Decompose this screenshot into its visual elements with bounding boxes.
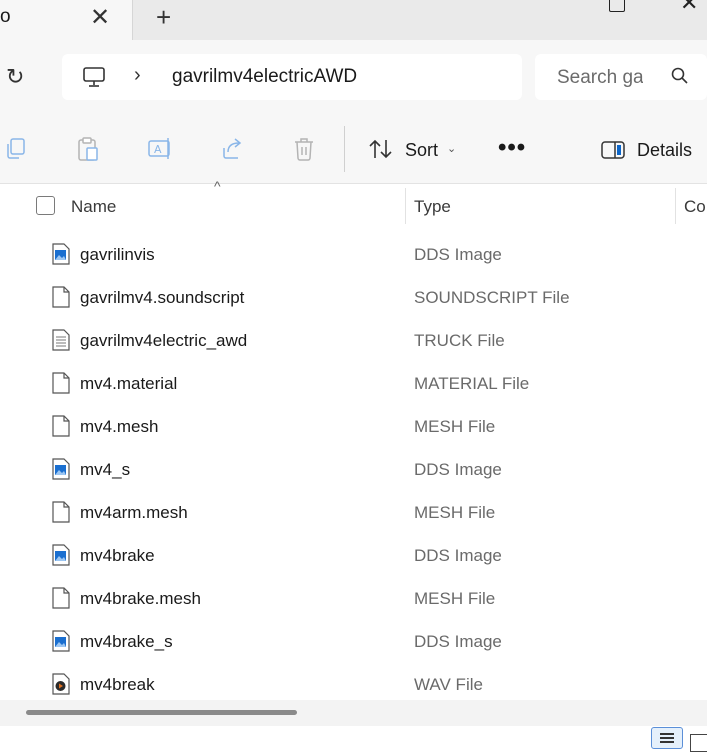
file-type: MESH File — [414, 589, 496, 608]
file-type: TRUCK File — [414, 331, 505, 350]
file-name[interactable]: mv4_s — [80, 460, 130, 480]
file-list: gavrilinvis DDS Image gavrilmv4.soundscrip… — [0, 233, 707, 706]
file-type: WAV File — [414, 675, 483, 694]
blank-file-icon — [52, 501, 70, 523]
tiles-view-icon[interactable] — [690, 734, 707, 752]
file-name[interactable]: mv4brake.mesh — [80, 589, 201, 609]
details-pane-icon[interactable] — [600, 140, 626, 165]
file-row[interactable]: gavrilmv4electric_awd TRUCK File — [0, 319, 707, 362]
close-window-icon[interactable]: ✕ — [680, 0, 698, 16]
toolbar-divider — [344, 126, 345, 172]
audio-file-icon — [52, 673, 70, 695]
close-icon[interactable]: ✕ — [90, 3, 110, 32]
file-name[interactable]: mv4break — [80, 675, 155, 695]
scrollbar-thumb[interactable] — [26, 710, 297, 715]
svg-text:A: A — [154, 143, 162, 156]
tab-title: o — [0, 6, 11, 27]
more-options-icon[interactable]: ••• — [498, 134, 526, 162]
file-name[interactable]: gavrilmv4electric_awd — [80, 331, 247, 351]
horizontal-scrollbar[interactable] — [0, 700, 707, 726]
text-file-icon — [52, 329, 70, 351]
column-header-type[interactable]: Type — [414, 197, 451, 217]
image-file-icon — [52, 544, 70, 566]
tab-active[interactable]: o ✕ — [0, 0, 133, 40]
details-button[interactable]: Details — [637, 140, 692, 161]
address-row: ↻ › gavrilmv4electricAWD Search ga — [0, 40, 707, 116]
refresh-icon[interactable]: ↻ — [6, 64, 24, 90]
maximize-icon[interactable] — [609, 0, 625, 12]
file-row[interactable]: mv4.mesh MESH File — [0, 405, 707, 448]
command-bar: A Sort ⌄ ••• Details — [0, 116, 707, 184]
file-type: MATERIAL File — [414, 374, 530, 393]
status-bar — [0, 726, 707, 752]
share-icon[interactable] — [220, 136, 246, 167]
search-box[interactable]: Search ga — [535, 54, 707, 100]
file-type: MESH File — [414, 417, 496, 436]
paste-icon[interactable] — [76, 136, 100, 169]
minimize-icon[interactable]: — — [540, 0, 560, 9]
image-file-icon — [52, 630, 70, 652]
file-row[interactable]: mv4brake.mesh MESH File — [0, 577, 707, 620]
breadcrumb-folder[interactable]: gavrilmv4electricAWD — [172, 66, 357, 88]
image-file-icon — [52, 243, 70, 265]
file-name[interactable]: mv4arm.mesh — [80, 503, 188, 523]
delete-icon[interactable] — [292, 136, 316, 167]
file-type: SOUNDSCRIPT File — [414, 288, 570, 307]
file-type: DDS Image — [414, 632, 502, 651]
file-type: MESH File — [414, 503, 496, 522]
file-row[interactable]: gavrilinvis DDS Image — [0, 233, 707, 276]
address-bar[interactable]: › gavrilmv4electricAWD — [62, 54, 522, 100]
breadcrumb-separator[interactable]: › — [134, 64, 141, 87]
file-row[interactable]: mv4brake_s DDS Image — [0, 620, 707, 663]
chevron-down-icon[interactable]: ⌄ — [447, 142, 456, 155]
file-row[interactable]: mv4_s DDS Image — [0, 448, 707, 491]
file-type: DDS Image — [414, 245, 502, 264]
rename-icon[interactable]: A — [146, 136, 174, 167]
file-name[interactable]: mv4brake — [80, 546, 155, 566]
blank-file-icon — [52, 372, 70, 394]
sort-ascending-icon: ^ — [214, 178, 221, 194]
sort-icon[interactable] — [368, 138, 394, 165]
file-name[interactable]: mv4.material — [80, 374, 177, 394]
file-name[interactable]: mv4.mesh — [80, 417, 158, 437]
file-type: DDS Image — [414, 546, 502, 565]
plus-icon[interactable]: + — [156, 2, 171, 33]
file-name[interactable]: mv4brake_s — [80, 632, 173, 652]
blank-file-icon — [52, 286, 70, 308]
column-divider[interactable] — [405, 188, 406, 224]
file-name[interactable]: gavrilinvis — [80, 245, 155, 265]
column-header-compressed[interactable]: Co — [684, 197, 706, 217]
tab-strip: o ✕ + — ✕ — [0, 0, 707, 40]
details-view-icon[interactable] — [651, 727, 683, 749]
column-divider[interactable] — [675, 188, 676, 224]
column-header-name[interactable]: Name — [71, 197, 116, 217]
sort-button[interactable]: Sort — [405, 140, 438, 161]
column-header-row: ^ Name Type Co — [0, 178, 707, 228]
blank-file-icon — [52, 587, 70, 609]
blank-file-icon — [52, 415, 70, 437]
image-file-icon — [52, 458, 70, 480]
file-name[interactable]: gavrilmv4.soundscript — [80, 288, 244, 308]
file-type: DDS Image — [414, 460, 502, 479]
file-row[interactable]: mv4.material MATERIAL File — [0, 362, 707, 405]
search-icon[interactable] — [670, 66, 690, 91]
file-row[interactable]: gavrilmv4.soundscript SOUNDSCRIPT File — [0, 276, 707, 319]
copy-icon[interactable] — [4, 136, 28, 167]
file-row[interactable]: mv4arm.mesh MESH File — [0, 491, 707, 534]
this-pc-icon[interactable] — [82, 66, 106, 93]
file-row[interactable]: mv4brake DDS Image — [0, 534, 707, 577]
select-all-checkbox[interactable] — [36, 196, 55, 215]
search-input[interactable]: Search ga — [557, 67, 643, 89]
